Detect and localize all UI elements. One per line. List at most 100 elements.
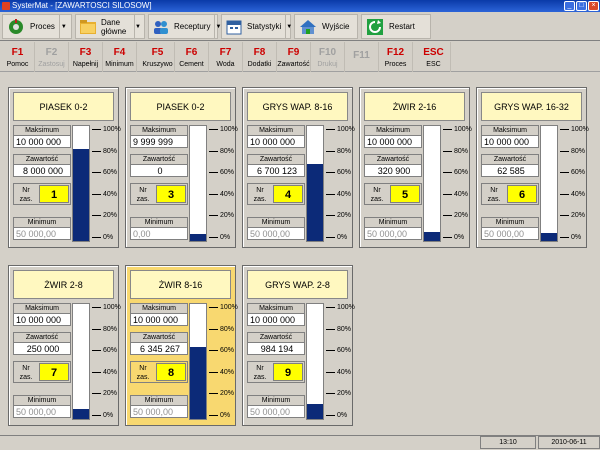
silo-card[interactable]: GRYS WAP. 2-8 Maksimum 10 000 000 Zawartość… <box>242 265 355 426</box>
minimum-value[interactable]: 50 000,00 <box>365 227 421 239</box>
status-bar: 13:10 2010-06-11 <box>0 435 600 450</box>
fkey-label: ESC <box>426 60 441 68</box>
minimize-button[interactable]: _ <box>564 1 575 11</box>
silo-number-box: Nr zas. 5 <box>364 183 422 205</box>
fkey-f9[interactable]: F9 Zawartość <box>277 42 311 72</box>
maksimum-value[interactable]: 9 999 999 <box>131 135 187 147</box>
toolbar-button-1[interactable]: Dane główne ▼ <box>75 14 145 39</box>
maksimum-value[interactable]: 10 000 000 <box>14 135 70 147</box>
toolbar-button-4[interactable]: Wyjście <box>294 14 358 39</box>
maksimum-label: Maksimum <box>25 127 59 134</box>
silo-card[interactable]: GRYS WAP. 16-32 Maksimum 10 000 000 Zawarto… <box>476 87 589 248</box>
minimum-label: Minimum <box>144 219 174 226</box>
window-controls: _ □ × <box>564 1 599 11</box>
zawartosc-box: Zawartość 6 345 267 <box>130 332 188 355</box>
maksimum-value[interactable]: 10 000 000 <box>248 313 304 325</box>
minimum-value[interactable]: 50 000,00 <box>131 405 187 417</box>
zawartosc-value[interactable]: 250 000 <box>14 342 70 354</box>
toolbar-dropdown-arrow[interactable]: ▼ <box>58 14 68 39</box>
maximize-button[interactable]: □ <box>576 1 587 11</box>
toolbar-dropdown-arrow[interactable]: ▼ <box>134 14 141 39</box>
gauge-scale: 100% 80% 60% 40% 20% 0% <box>92 303 121 420</box>
gauge-tick-label: 100% <box>337 304 355 311</box>
fkey-f1[interactable]: F1 Pomoc <box>1 42 35 72</box>
toolbar-button-5[interactable]: Restart <box>361 14 431 39</box>
fkey-f5[interactable]: F5 Kruszywo <box>141 42 175 72</box>
fill-level-gauge <box>540 125 558 242</box>
silo-card[interactable]: PIASEK 0-2 Maksimum 9 999 999 Zawartość 0 Nr z… <box>125 87 238 248</box>
fill-level-gauge <box>306 125 324 242</box>
fkey-code: ESC <box>423 46 444 58</box>
zawartosc-label: Zawartość <box>259 156 293 163</box>
silo-card[interactable]: ŻWIR 2-8 Maksimum 10 000 000 Zawartość 250 0… <box>8 265 121 426</box>
fkey-f8[interactable]: F8 Dodatki <box>243 42 277 72</box>
silo-card[interactable]: PIASEK 0-2 Maksimum 10 000 000 Zawartość 8 0… <box>8 87 121 248</box>
fkey-f12[interactable]: F12 Proces <box>379 42 413 72</box>
maksimum-box: Maksimum 9 999 999 <box>130 125 188 148</box>
silo-number-label: Nr zas. <box>19 365 33 381</box>
zawartosc-value[interactable]: 6 345 267 <box>131 342 187 354</box>
fill-level-bar <box>73 149 89 241</box>
gauge-tick: 60% <box>92 346 117 355</box>
minimum-value[interactable]: 50 000,00 <box>14 405 70 417</box>
fkey-esc[interactable]: ESC ESC <box>417 42 451 72</box>
minimum-value[interactable]: 50 000,00 <box>14 227 70 239</box>
silo-card[interactable]: ŻWIR 2-16 Maksimum 10 000 000 Zawartość 320 … <box>359 87 472 248</box>
zawartosc-value[interactable]: 984 194 <box>248 342 304 354</box>
fill-level-bar <box>307 163 323 241</box>
toolbar-button-0[interactable]: Proces ▼ <box>2 14 72 39</box>
zawartosc-value[interactable]: 6 700 123 <box>248 164 304 176</box>
zawartosc-value[interactable]: 0 <box>131 164 187 176</box>
fkey-f6[interactable]: F6 Cement <box>175 42 209 72</box>
maksimum-value[interactable]: 10 000 000 <box>365 135 421 147</box>
gauge-tick-label: 100% <box>103 304 121 311</box>
toolbar-button-2[interactable]: Receptury ▼ <box>148 14 221 39</box>
minimum-value[interactable]: 50 000,00 <box>248 405 304 417</box>
silo-card[interactable]: ŻWIR 8-16 Maksimum 10 000 000 Zawartość 6 34… <box>125 265 238 426</box>
maksimum-value[interactable]: 10 000 000 <box>14 313 70 325</box>
fill-level-gauge <box>72 303 90 420</box>
minimum-value[interactable]: 50 000,00 <box>482 227 538 239</box>
minimum-value[interactable]: 50 000,00 <box>248 227 304 239</box>
fkey-f4[interactable]: F4 Minimum <box>103 42 137 72</box>
maksimum-value[interactable]: 10 000 000 <box>248 135 304 147</box>
toolbar-button-3[interactable]: Statystyki ▼ <box>221 14 292 39</box>
fill-level-bar <box>190 346 206 419</box>
fkey-label: Zastosuj <box>38 60 65 68</box>
fkey-f7[interactable]: F7 Woda <box>209 42 243 72</box>
gauge-tick: 80% <box>326 147 351 156</box>
fkey-f10[interactable]: F10 Drukuj <box>311 42 345 72</box>
gauge-tick: 100% <box>209 125 238 134</box>
fkey-f2[interactable]: F2 Zastosuj <box>35 42 69 72</box>
close-button[interactable]: × <box>588 1 599 11</box>
maksimum-box: Maksimum 10 000 000 <box>247 125 305 148</box>
gauge-tick: 100% <box>326 303 355 312</box>
zawartosc-value[interactable]: 320 900 <box>365 164 421 176</box>
gauge-tick-label: 60% <box>454 169 469 176</box>
minimum-box: Minimum 50 000,00 <box>247 395 305 418</box>
maksimum-box: Maksimum 10 000 000 <box>481 125 539 148</box>
toolbar-label: Wyjście <box>322 22 350 31</box>
maksimum-value[interactable]: 10 000 000 <box>131 313 187 325</box>
silo-body: Maksimum 10 000 000 Zawartość 320 900 Nr zas.… <box>364 125 472 247</box>
maksimum-value[interactable]: 10 000 000 <box>482 135 538 147</box>
fkey-f11[interactable]: F11 <box>345 42 379 72</box>
gauge-tick-label: 20% <box>337 212 352 219</box>
gauge-tick: 0% <box>92 411 113 420</box>
fkey-label: Drukuj <box>317 60 338 68</box>
zawartosc-box: Zawartość 984 194 <box>247 332 305 355</box>
zawartosc-value[interactable]: 62 585 <box>482 164 538 176</box>
silo-card[interactable]: GRYS WAP. 8-16 Maksimum 10 000 000 Zawartoś… <box>242 87 355 248</box>
toolbar-label: Statystyki <box>247 22 282 31</box>
minimum-box: Minimum 50 000,00 <box>481 217 539 240</box>
minimum-label: Minimum <box>27 397 57 404</box>
gauge-tick-label: 0% <box>220 233 231 241</box>
silo-number-label: Nr zas. <box>136 187 150 203</box>
toolbar-dropdown-arrow[interactable]: ▼ <box>285 14 292 39</box>
minimum-box: Minimum 50 000,00 <box>364 217 422 240</box>
zawartosc-value[interactable]: 8 000 000 <box>14 164 70 176</box>
gauge-tick: 100% <box>326 125 355 134</box>
gauge-tick: 0% <box>209 411 230 420</box>
minimum-value[interactable]: 0,00 <box>131 227 187 239</box>
fkey-f3[interactable]: F3 Napełnij <box>69 42 103 72</box>
